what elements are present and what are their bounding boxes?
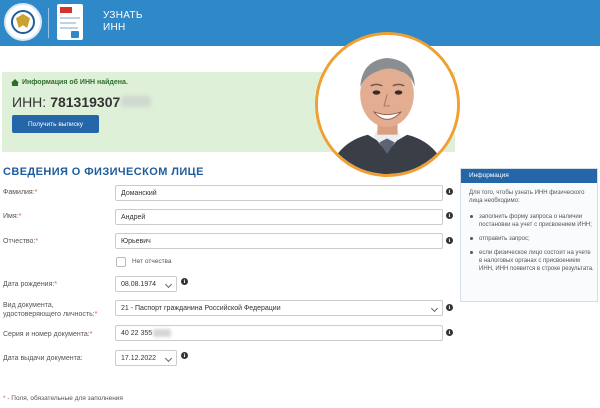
header-divider <box>48 8 49 38</box>
info-intro: Для того, чтобы узнать ИНН физического л… <box>469 190 585 204</box>
fns-emblem-logo[interactable] <box>4 3 42 41</box>
required-fields-note: * - Поля, обязательные для заполнения <box>3 395 123 402</box>
doc-type-select[interactable]: 21 - Паспорт гражданина Российской Федер… <box>115 300 443 316</box>
home-icon <box>11 79 19 86</box>
inn-value: 781319307 <box>50 94 121 110</box>
list-item: если физическое лицо состоит на учете в … <box>469 249 595 273</box>
inn-document-icon <box>57 4 83 40</box>
info-title: Информация <box>461 169 597 183</box>
no-patronymic-label[interactable]: Нет отчества <box>132 258 172 265</box>
surname-label: Фамилия:* <box>3 189 38 196</box>
issue-date-picker[interactable]: 17.12.2022 <box>115 350 177 366</box>
name-info-icon[interactable]: i <box>446 212 453 219</box>
doc-type-label: Вид документа, удостоверяющего личность:… <box>3 302 98 318</box>
inn-result: ИНН: 781319307 <box>12 94 152 110</box>
name-label: Имя:* <box>3 213 22 220</box>
birth-date-info-icon[interactable]: i <box>181 278 188 285</box>
list-item: заполнить форму запроса о наличии постан… <box>469 213 595 229</box>
issue-date-info-icon[interactable]: i <box>181 352 188 359</box>
doc-number-value: 40 22 355 <box>121 329 153 337</box>
service-title[interactable]: УЗНАТЬ ИНН <box>103 10 143 34</box>
info-sidebar: Информация Для того, чтобы узнать ИНН фи… <box>460 168 598 302</box>
issue-date-value: 17.12.2022 <box>121 354 157 362</box>
doc-type-value: 21 - Паспорт гражданина Российской Федер… <box>121 304 281 312</box>
chevron-down-icon <box>164 354 173 363</box>
person-photo-illustration <box>318 35 457 174</box>
patronymic-input[interactable]: Юрьевич <box>115 233 443 249</box>
doc-number-info-icon[interactable]: i <box>446 329 453 336</box>
info-steps-list: заполнить форму запроса о наличии постан… <box>469 213 595 279</box>
patronymic-info-icon[interactable]: i <box>446 237 453 244</box>
section-title: СВЕДЕНИЯ О ФИЗИЧЕСКОМ ЛИЦЕ <box>3 166 204 178</box>
result-found-text: Информация об ИНН найдена. <box>22 79 128 86</box>
patronymic-label: Отчество:* <box>3 238 39 245</box>
chevron-down-icon <box>430 304 439 313</box>
doc-number-redacted-blur <box>153 329 172 337</box>
result-found-message: Информация об ИНН найдена. <box>11 79 128 86</box>
issue-date-label: Дата выдачи документа: <box>3 355 83 362</box>
inn-redacted-blur <box>121 96 152 107</box>
get-extract-button[interactable]: Получить выписку <box>12 115 99 133</box>
surname-info-icon[interactable]: i <box>446 188 453 195</box>
doc-number-label: Серия и номер документа:* <box>3 331 93 338</box>
doc-type-info-icon[interactable]: i <box>446 304 453 311</box>
chevron-down-icon <box>164 280 173 289</box>
name-input[interactable]: Андрей <box>115 209 443 225</box>
person-photo <box>315 32 460 177</box>
no-patronymic-checkbox[interactable] <box>116 257 126 267</box>
birth-date-label: Дата рождения:* <box>3 281 58 288</box>
site-header: УЗНАТЬ ИНН <box>0 0 600 46</box>
list-item: отправить запрос; <box>469 235 595 243</box>
doc-number-input[interactable]: 40 22 355 <box>115 325 443 341</box>
birth-date-value: 08.08.1974 <box>121 280 157 288</box>
birth-date-picker[interactable]: 08.08.1974 <box>115 276 177 292</box>
inn-label: ИНН: <box>12 94 47 110</box>
surname-input[interactable]: Доманский <box>115 185 443 201</box>
